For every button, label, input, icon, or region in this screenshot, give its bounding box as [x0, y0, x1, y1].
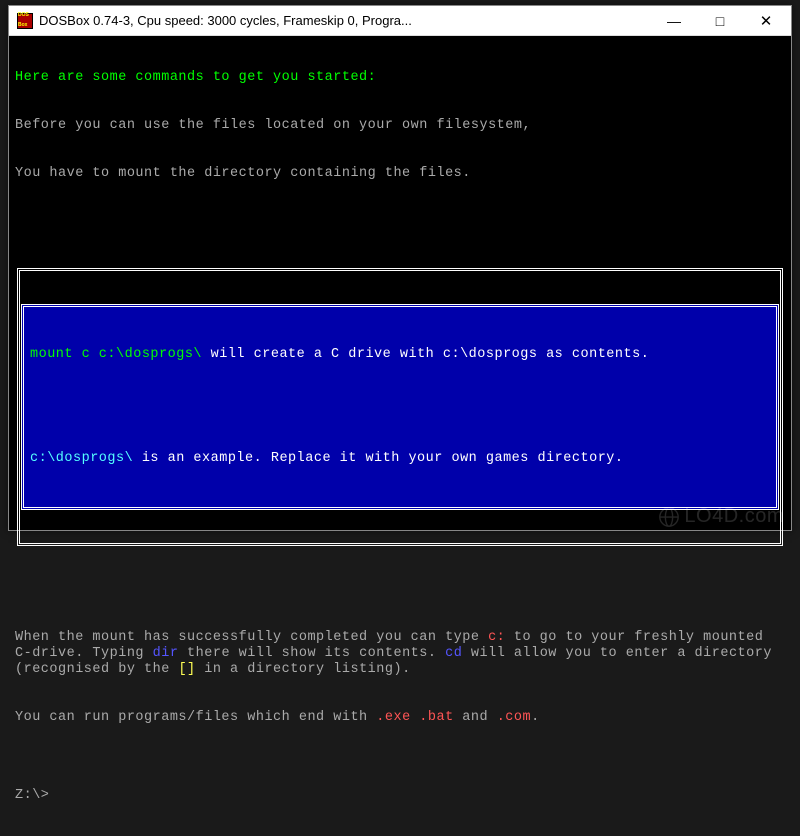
- box-line2-text: is an example. Replace it with your own …: [133, 451, 623, 466]
- c-drive-cmd: c:: [488, 630, 505, 645]
- terminal-intro-line1: Before you can use the files located on …: [15, 118, 785, 134]
- minimize-button[interactable]: —: [651, 6, 697, 36]
- globe-icon: [658, 506, 680, 528]
- maximize-button[interactable]: □: [697, 6, 743, 36]
- watermark: LO4D.com: [658, 505, 784, 528]
- terminal-header: Here are some commands to get you starte…: [15, 70, 785, 86]
- box-line-1: mount c c:\dosprogs\ will create a C dri…: [30, 345, 770, 365]
- mount-command: mount c c:\dosprogs\: [30, 347, 202, 362]
- window-title: DOSBox 0.74-3, Cpu speed: 3000 cycles, F…: [39, 13, 651, 28]
- brackets-marker: []: [178, 662, 195, 677]
- watermark-text: LO4D.com: [684, 505, 784, 528]
- terminal-intro-line2: You have to mount the directory containi…: [15, 166, 785, 182]
- para-and: and: [454, 710, 497, 725]
- command-prompt[interactable]: Z:\>: [15, 788, 785, 804]
- com-ext: .com: [497, 710, 531, 725]
- terminal[interactable]: Here are some commands to get you starte…: [9, 36, 791, 530]
- box-line-2: c:\dosprogs\ is an example. Replace it w…: [30, 449, 770, 469]
- cd-cmd: cd: [445, 646, 462, 661]
- box-line1-text: will create a C drive with c:\dosprogs a…: [202, 347, 649, 362]
- para-seg3: there will show its contents.: [178, 646, 445, 661]
- dosbox-icon: [17, 13, 33, 29]
- bat-ext: .bat: [419, 710, 453, 725]
- para-seg5: in a directory listing).: [196, 662, 411, 677]
- para-seg1: When the mount has successfully complete…: [15, 630, 488, 645]
- dosbox-window: DOSBox 0.74-3, Cpu speed: 3000 cycles, F…: [8, 5, 792, 531]
- para-sp1: [411, 710, 420, 725]
- dir-cmd: dir: [153, 646, 179, 661]
- exe-ext: .exe: [376, 710, 410, 725]
- box-spacer: [30, 397, 770, 417]
- terminal-paragraph: When the mount has successfully complete…: [15, 630, 785, 678]
- terminal-paragraph-2: You can run programs/files which end wit…: [15, 710, 785, 726]
- window-controls: — □ ✕: [651, 6, 789, 35]
- example-path: c:\dosprogs\: [30, 451, 133, 466]
- para-seg6: You can run programs/files which end wit…: [15, 710, 376, 725]
- para-period: .: [531, 710, 540, 725]
- close-button[interactable]: ✕: [743, 6, 789, 36]
- titlebar[interactable]: DOSBox 0.74-3, Cpu speed: 3000 cycles, F…: [9, 6, 791, 36]
